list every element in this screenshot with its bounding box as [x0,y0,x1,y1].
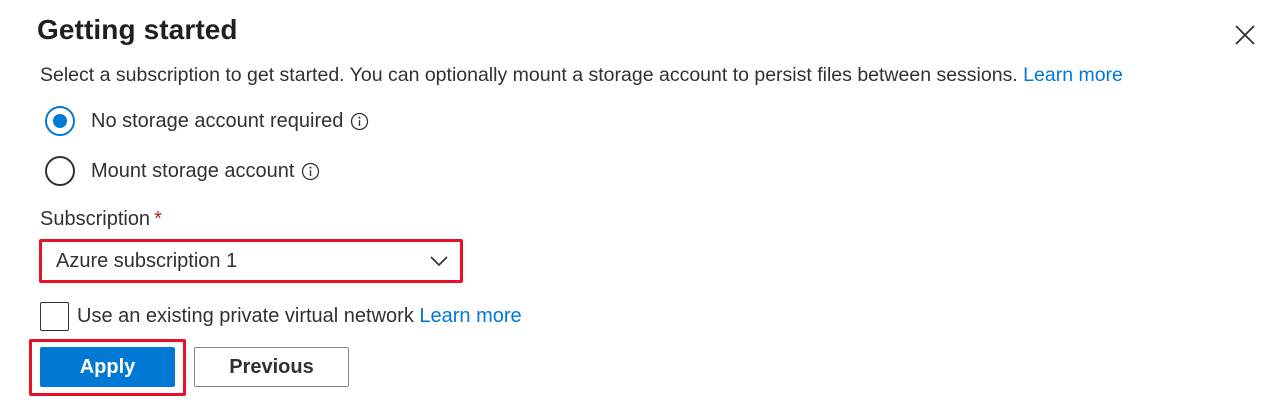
dialog-description: Select a subscription to get started. Yo… [40,64,1123,87]
vnet-option: Use an existing private virtual network … [40,301,522,331]
dialog-title: Getting started [37,14,238,45]
vnet-label: Use an existing private virtual network … [77,305,522,328]
close-icon[interactable] [1230,20,1260,50]
required-marker: * [154,208,162,230]
vnet-label-text: Use an existing private virtual network [77,304,414,327]
getting-started-panel: Getting started Select a subscription to… [0,0,1280,407]
previous-button[interactable]: Previous [194,347,349,387]
subscription-dropdown-value: Azure subscription 1 [56,249,238,272]
subscription-dropdown[interactable]: Azure subscription 1 [45,245,457,277]
radio-mount-storage[interactable]: Mount storage account [45,156,320,186]
info-icon[interactable] [301,162,320,181]
radio-button[interactable] [45,156,75,186]
learn-more-link[interactable]: Learn more [1023,64,1123,86]
apply-button[interactable]: Apply [40,347,175,387]
chevron-down-icon [429,253,449,269]
radio-label-mount-storage: Mount storage account [91,159,295,182]
info-icon[interactable] [350,112,369,131]
radio-no-storage[interactable]: No storage account required [45,106,369,136]
description-text: Select a subscription to get started. Yo… [40,64,1018,86]
subscription-label: Subscription * [40,208,162,231]
radio-button-selected[interactable] [45,106,75,136]
radio-label-no-storage: No storage account required [91,109,344,132]
subscription-label-text: Subscription [40,208,151,230]
vnet-checkbox[interactable] [40,301,69,331]
vnet-learn-more-link[interactable]: Learn more [419,305,521,327]
